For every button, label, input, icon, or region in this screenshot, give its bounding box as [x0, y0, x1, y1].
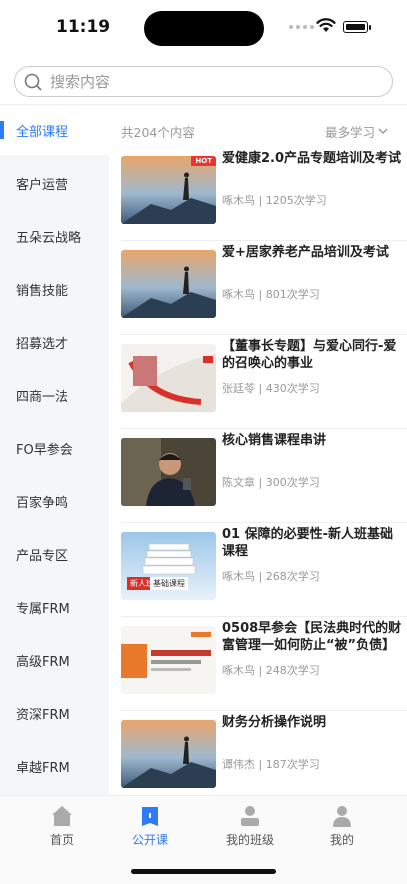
dynamic-island [144, 11, 264, 46]
course-card[interactable]: 财务分析操作说明 谭伟杰 | 187次学习 [121, 710, 407, 804]
basic-course-badge: 基础课程 [150, 577, 188, 590]
hot-badge: HOT [191, 156, 216, 166]
course-title: 财务分析操作说明 [222, 715, 327, 730]
user-icon [333, 806, 351, 827]
course-meta: 张廷苓 | 430次学习 [222, 382, 320, 395]
course-thumbnail [121, 344, 216, 412]
course-title: 【董事长专题】与爱心同行-爱的召唤心的事业 [222, 339, 397, 371]
home-icon [52, 806, 72, 826]
course-thumbnail [121, 438, 216, 506]
course-thumbnail: HOT [121, 156, 216, 224]
tab-mine[interactable]: 我的 [302, 804, 382, 848]
course-thumbnail: 新人班 基础课程 [121, 532, 216, 600]
course-card[interactable]: HOT 爱健康2.0产品专题培训及考试 啄木鸟 | 1205次学习 [121, 146, 407, 241]
home-indicator [131, 869, 276, 874]
category-sidebar: 全部课程 客户运营 五朵云战略 销售技能 招募选才 四商一法 FO早参会 百家争… [0, 105, 109, 795]
sidebar-item-four-business[interactable]: 四商一法 [0, 370, 109, 420]
course-card[interactable]: 0508早参会【民法典时代的财富管理一如何防止“被”负债】 啄木鸟 | 248次… [121, 616, 407, 711]
class-icon [241, 806, 259, 826]
sidebar-item-hundred-schools[interactable]: 百家争鸣 [0, 476, 109, 526]
course-thumbnail [121, 720, 216, 788]
status-bar: 11:19 [0, 0, 407, 56]
course-thumbnail [121, 626, 216, 694]
book-icon [142, 807, 158, 826]
sidebar-item-customer-ops[interactable]: 客户运营 [0, 158, 109, 208]
course-title: 爱+居家养老产品培训及考试 [222, 245, 389, 260]
course-card[interactable]: 核心销售课程串讲 陈文章 | 300次学习 [121, 428, 407, 523]
sidebar-item-fo-morning[interactable]: FO早参会 [0, 423, 109, 473]
sidebar-item-products[interactable]: 产品专区 [0, 529, 109, 579]
sidebar-item-exclusive-frm[interactable]: 专属FRM [0, 582, 109, 632]
course-title: 0508早参会【民法典时代的财富管理一如何防止“被”负债】 [222, 621, 402, 653]
course-meta: 陈文章 | 300次学习 [222, 476, 320, 489]
search-input[interactable] [48, 71, 352, 92]
chevron-down-icon [378, 128, 388, 134]
sidebar-item-sales-skills[interactable]: 销售技能 [0, 264, 109, 314]
sidebar-item-all[interactable]: 全部课程 [0, 105, 109, 155]
tab-home[interactable]: 首页 [22, 804, 102, 848]
sidebar-item-recruiting[interactable]: 招募选才 [0, 317, 109, 367]
course-card[interactable]: 爱+居家养老产品培训及考试 啄木鸟 | 801次学习 [121, 240, 407, 335]
tab-my-class[interactable]: 我的班级 [210, 804, 290, 848]
battery-icon [343, 21, 368, 33]
search-icon [24, 73, 42, 90]
sort-label: 最多学习 [325, 125, 376, 140]
course-meta: 啄木鸟 | 801次学习 [222, 288, 320, 301]
course-title: 01 保障的必要性-新人班基础课程 [222, 527, 394, 559]
sort-dropdown[interactable]: 最多学习 [325, 122, 388, 141]
tab-open-course[interactable]: 公开课 [110, 804, 190, 848]
status-time: 11:19 [56, 17, 111, 37]
course-title: 核心销售课程串讲 [222, 433, 327, 448]
course-card[interactable]: 【董事长专题】与爱心同行-爱的召唤心的事业 张廷苓 | 430次学习 [121, 334, 407, 429]
wifi-icon [316, 18, 336, 32]
sidebar-item-excellence-frm[interactable]: 卓越FRM [0, 741, 109, 791]
sidebar-item-senior-frm[interactable]: 高级FRM [0, 635, 109, 685]
course-card[interactable]: 新人班 基础课程 01 保障的必要性-新人班基础课程 啄木鸟 | 268次学习 [121, 522, 407, 617]
signal-icon [289, 25, 314, 29]
sidebar-item-veteran-frm[interactable]: 资深FRM [0, 688, 109, 738]
course-meta: 啄木鸟 | 268次学习 [222, 570, 320, 583]
course-title: 爱健康2.0产品专题培训及考试 [222, 151, 402, 166]
course-meta: 啄木鸟 | 248次学习 [222, 664, 320, 677]
course-meta: 谭伟杰 | 187次学习 [222, 758, 320, 771]
result-count: 共204个内容 [121, 125, 195, 140]
search-bar[interactable] [14, 66, 393, 97]
course-meta: 啄木鸟 | 1205次学习 [222, 194, 327, 207]
sidebar-item-five-clouds[interactable]: 五朵云战略 [0, 211, 109, 261]
course-thumbnail [121, 250, 216, 318]
